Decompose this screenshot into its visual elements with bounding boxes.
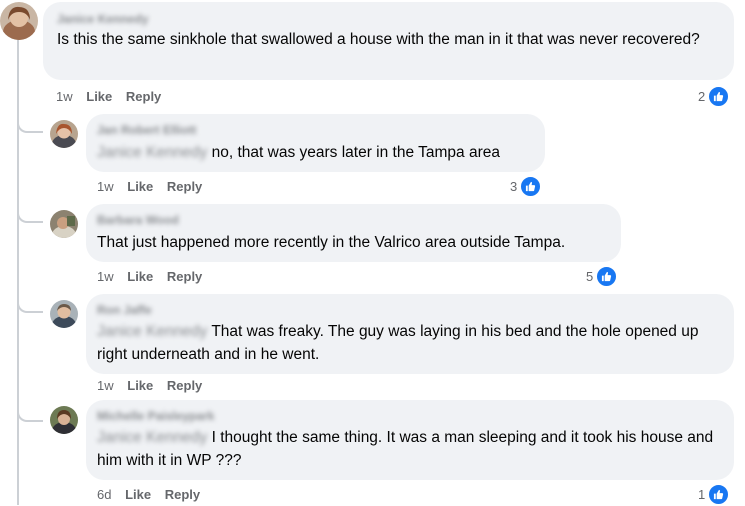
- like-button[interactable]: Like: [125, 487, 151, 502]
- comment-actions: 6d Like Reply: [97, 487, 210, 502]
- reply-button[interactable]: Reply: [126, 89, 161, 104]
- timestamp[interactable]: 1w: [97, 378, 114, 393]
- comment-actions: 1w Like Reply: [97, 269, 212, 284]
- reaction-number: 2: [698, 89, 706, 104]
- reply-button[interactable]: Reply: [167, 269, 202, 284]
- mention-link[interactable]: Janice Kennedy: [97, 144, 207, 161]
- reply-button[interactable]: Reply: [167, 179, 202, 194]
- reaction-number: 3: [510, 179, 518, 194]
- like-thumb-icon: [707, 483, 731, 506]
- mention-link[interactable]: Janice Kennedy: [97, 323, 207, 340]
- like-button[interactable]: Like: [86, 89, 112, 104]
- comment-actions: 1w Like Reply: [56, 89, 171, 104]
- reply-connector: [17, 293, 43, 313]
- like-thumb-icon: [519, 175, 543, 198]
- avatar[interactable]: [0, 2, 38, 40]
- avatar[interactable]: [50, 210, 78, 238]
- timestamp[interactable]: 1w: [56, 89, 73, 104]
- reply-connector: [17, 203, 43, 223]
- reply-button[interactable]: Reply: [165, 487, 200, 502]
- reply-connector: [17, 402, 43, 422]
- avatar[interactable]: [50, 120, 78, 148]
- timestamp[interactable]: 1w: [97, 179, 114, 194]
- comment-text: Janice Kennedy I thought the same thing.…: [97, 429, 714, 469]
- comment-actions: 1w Like Reply: [97, 378, 212, 393]
- comment-actions: 1w Like Reply: [97, 179, 212, 194]
- reaction-count[interactable]: 5: [586, 265, 619, 288]
- like-thumb-icon: [707, 85, 731, 108]
- like-button[interactable]: Like: [127, 179, 153, 194]
- comment-text: Janice Kennedy That was freaky. The guy …: [97, 323, 699, 363]
- like-button[interactable]: Like: [127, 269, 153, 284]
- like-thumb-icon: [595, 265, 619, 288]
- mention-link[interactable]: Janice Kennedy: [97, 429, 207, 446]
- reaction-number: 1: [698, 487, 706, 502]
- reaction-count[interactable]: 3: [510, 175, 543, 198]
- comment-text: Janice Kennedy no, that was years later …: [97, 144, 500, 161]
- like-button[interactable]: Like: [127, 378, 153, 393]
- reply-button[interactable]: Reply: [167, 378, 202, 393]
- comment-text: That just happened more recently in the …: [97, 234, 566, 251]
- reaction-count[interactable]: 1: [698, 483, 731, 506]
- avatar[interactable]: [50, 300, 78, 328]
- timestamp[interactable]: 6d: [97, 487, 111, 502]
- reaction-count[interactable]: 2: [698, 85, 731, 108]
- timestamp[interactable]: 1w: [97, 269, 114, 284]
- reaction-number: 5: [586, 269, 594, 284]
- thread-line: [17, 38, 19, 505]
- comment-text: Is this the same sinkhole that swallowed…: [57, 31, 700, 48]
- comment-author[interactable]: Jan Robert Elliott: [97, 123, 196, 137]
- comment-author[interactable]: Janice Kennedy: [57, 12, 148, 26]
- avatar[interactable]: [50, 406, 78, 434]
- comment-author[interactable]: Ron Jaffe: [97, 303, 152, 317]
- reply-connector: [17, 113, 43, 133]
- comment-author[interactable]: Barbara Wood: [97, 213, 179, 227]
- comment-author[interactable]: Michelle Paisleypark: [97, 409, 214, 423]
